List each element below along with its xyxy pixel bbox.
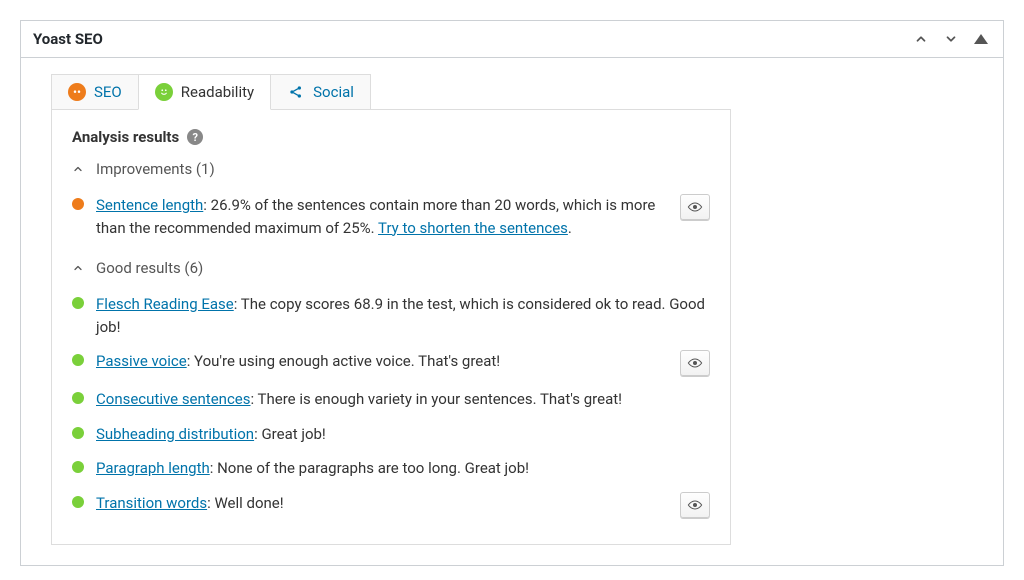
highlight-eye-button[interactable] bbox=[680, 492, 710, 518]
metabox-controls bbox=[911, 29, 991, 49]
chevron-up-icon bbox=[72, 163, 84, 175]
status-bullet bbox=[72, 198, 84, 210]
status-bullet bbox=[72, 461, 84, 473]
help-icon[interactable]: ? bbox=[187, 129, 203, 145]
result-row: Flesch Reading Ease: The copy scores 68.… bbox=[72, 287, 710, 344]
tab-readability[interactable]: Readability bbox=[138, 74, 271, 110]
chevron-up-icon bbox=[72, 262, 84, 274]
result-link[interactable]: Consecutive sentences bbox=[96, 390, 251, 408]
triangle-up-icon bbox=[974, 34, 988, 44]
result-text: Subheading distribution: Great job! bbox=[96, 423, 710, 446]
tab-social-label: Social bbox=[313, 83, 354, 101]
analysis-title-text: Analysis results bbox=[72, 128, 179, 146]
analysis-results-title: Analysis results ? bbox=[72, 128, 710, 146]
result-text: Passive voice: You're using enough activ… bbox=[96, 350, 668, 373]
status-bullet bbox=[72, 496, 84, 508]
result-row: Sentence length: 26.9% of the sentences … bbox=[72, 188, 710, 245]
result-text: Sentence length: 26.9% of the sentences … bbox=[96, 194, 668, 239]
tab-seo[interactable]: •• SEO bbox=[51, 74, 139, 110]
highlight-eye-button[interactable] bbox=[680, 194, 710, 220]
result-link[interactable]: Sentence length bbox=[96, 196, 203, 214]
result-link[interactable]: Flesch Reading Ease bbox=[96, 295, 234, 313]
tab-social[interactable]: Social bbox=[270, 74, 371, 110]
result-tail-link[interactable]: Try to shorten the sentences bbox=[378, 219, 568, 237]
move-down-button[interactable] bbox=[941, 29, 961, 49]
good-results-list: Flesch Reading Ease: The copy scores 68.… bbox=[72, 287, 710, 524]
result-row: Paragraph length: None of the paragraphs… bbox=[72, 451, 710, 486]
result-text: Flesch Reading Ease: The copy scores 68.… bbox=[96, 293, 710, 338]
move-up-button[interactable] bbox=[911, 29, 931, 49]
share-icon bbox=[287, 83, 305, 101]
tab-readability-label: Readability bbox=[181, 83, 254, 101]
result-row: Subheading distribution: Great job! bbox=[72, 417, 710, 452]
tab-seo-label: SEO bbox=[94, 83, 122, 101]
result-text: Consecutive sentences: There is enough v… bbox=[96, 388, 710, 411]
group-good-label: Good results (6) bbox=[96, 259, 203, 277]
result-text: Transition words: Well done! bbox=[96, 492, 668, 515]
result-row: Consecutive sentences: There is enough v… bbox=[72, 382, 710, 417]
result-link[interactable]: Transition words bbox=[96, 494, 207, 512]
tabs-bar: •• SEO Readability Social bbox=[21, 58, 1003, 110]
readability-panel: Analysis results ? Improvements (1) Sent… bbox=[51, 109, 731, 545]
result-link[interactable]: Subheading distribution bbox=[96, 425, 254, 443]
result-link[interactable]: Passive voice bbox=[96, 352, 187, 370]
result-text: Paragraph length: None of the paragraphs… bbox=[96, 457, 710, 480]
smile-face-icon bbox=[155, 83, 173, 101]
group-improvements-label: Improvements (1) bbox=[96, 160, 215, 178]
metabox-title: Yoast SEO bbox=[33, 30, 103, 48]
group-improvements-header[interactable]: Improvements (1) bbox=[72, 160, 710, 178]
group-good-header[interactable]: Good results (6) bbox=[72, 259, 710, 277]
result-link[interactable]: Paragraph length bbox=[96, 459, 210, 477]
highlight-eye-button[interactable] bbox=[680, 350, 710, 376]
status-bullet bbox=[72, 354, 84, 366]
yoast-seo-metabox: Yoast SEO •• SEO Readability bbox=[20, 20, 1004, 566]
status-bullet bbox=[72, 297, 84, 309]
metabox-header: Yoast SEO bbox=[21, 21, 1003, 58]
neutral-face-icon: •• bbox=[68, 83, 86, 101]
result-row: Transition words: Well done! bbox=[72, 486, 710, 524]
toggle-panel-button[interactable] bbox=[971, 29, 991, 49]
status-bullet bbox=[72, 427, 84, 439]
result-row: Passive voice: You're using enough activ… bbox=[72, 344, 710, 382]
improvements-list: Sentence length: 26.9% of the sentences … bbox=[72, 188, 710, 245]
status-bullet bbox=[72, 392, 84, 404]
